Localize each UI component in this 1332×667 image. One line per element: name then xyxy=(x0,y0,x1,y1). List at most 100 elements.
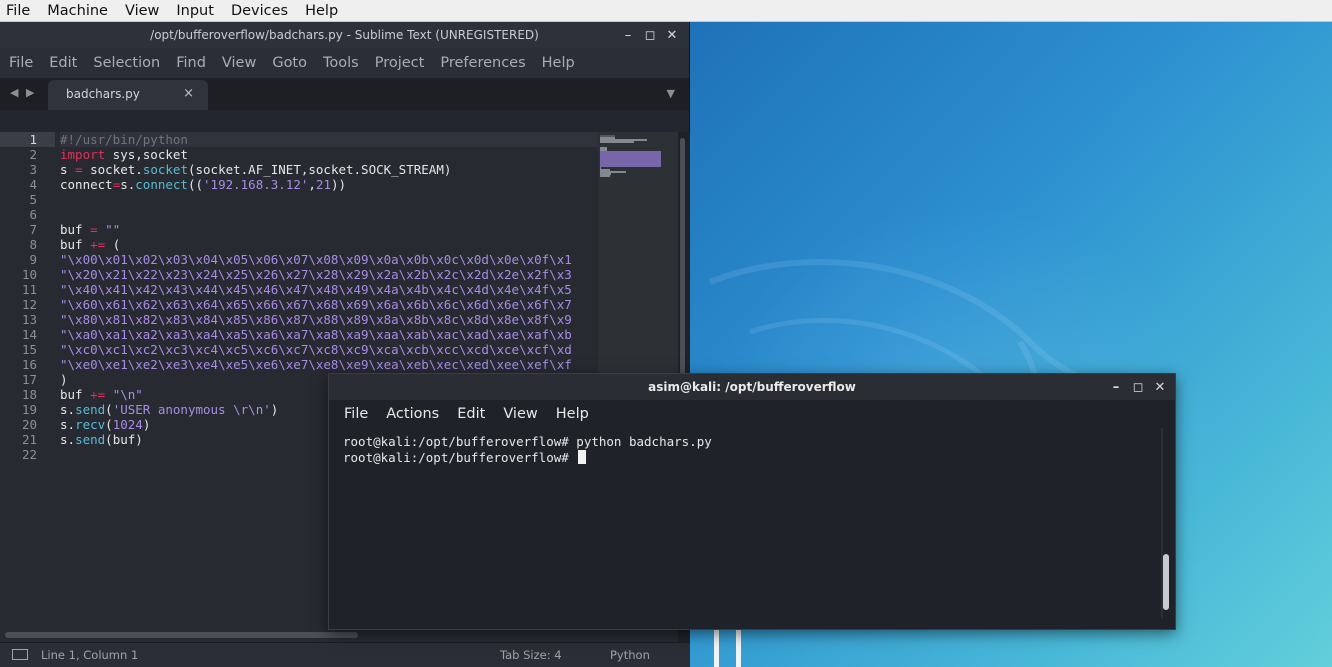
code-token: import xyxy=(60,147,106,162)
terminal-menu-view[interactable]: View xyxy=(503,406,537,422)
code-line[interactable] xyxy=(60,207,598,222)
line-number: 2 xyxy=(29,147,37,162)
sublime-menu-project[interactable]: Project xyxy=(375,55,425,71)
code-line[interactable]: buf += ( xyxy=(60,237,598,252)
line-number: 14 xyxy=(21,327,37,342)
vm-menu-input[interactable]: Input xyxy=(176,0,214,22)
vm-menu-view[interactable]: View xyxy=(125,0,159,22)
terminal-prompt-line[interactable]: root@kali:/opt/bufferoverflow# xyxy=(343,450,1143,466)
maximize-icon[interactable]: ◻ xyxy=(1127,380,1149,395)
code-token: += xyxy=(90,237,106,252)
close-icon[interactable]: ✕ xyxy=(1149,380,1171,395)
code-line[interactable]: import sys,socket xyxy=(60,147,598,162)
code-token: "\xe0\xe1\xe2\xe3\xe4\xe5\xe6\xe7\xe8\xe… xyxy=(60,357,572,372)
sublime-menu-tools[interactable]: Tools xyxy=(323,55,359,71)
line-number: 17 xyxy=(21,372,37,387)
sublime-menu-help[interactable]: Help xyxy=(542,55,575,71)
tab-nav-arrows-icon[interactable]: ◀ ▶ xyxy=(10,86,36,99)
vertical-scrollbar-thumb[interactable] xyxy=(680,138,685,398)
panel-toggle-icon[interactable] xyxy=(12,649,28,660)
sublime-menu-view[interactable]: View xyxy=(222,55,256,71)
line-number: 4 xyxy=(29,177,37,192)
vm-menubar: File Machine View Input Devices Help xyxy=(0,0,1332,22)
minimize-icon[interactable]: – xyxy=(617,28,639,43)
code-token: #!/usr/bin/python xyxy=(60,132,188,147)
code-token: += xyxy=(90,387,106,402)
terminal-window: asim@kali: /opt/bufferoverflow – ◻ ✕ Fil… xyxy=(328,373,1176,630)
code-token: s. xyxy=(60,402,76,417)
code-token: recv xyxy=(75,417,106,432)
terminal-scrollbar-thumb[interactable] xyxy=(1163,554,1169,610)
sublime-menu-find[interactable]: Find xyxy=(176,55,206,71)
line-number: 21 xyxy=(21,432,37,447)
code-token: "" xyxy=(105,222,121,237)
terminal-menu-edit[interactable]: Edit xyxy=(457,406,485,422)
vm-menu-machine[interactable]: Machine xyxy=(47,0,108,22)
line-number: 8 xyxy=(29,237,37,252)
tab-size[interactable]: Tab Size: 4 xyxy=(500,648,562,662)
code-line[interactable]: "\xa0\xa1\xa2\xa3\xa4\xa5\xa6\xa7\xa8\xa… xyxy=(60,327,598,342)
line-number: 1 xyxy=(0,132,55,147)
code-line[interactable]: buf = "" xyxy=(60,222,598,237)
code-token: ( xyxy=(105,417,113,432)
line-number: 13 xyxy=(21,312,37,327)
code-token: "\xc0\xc1\xc2\xc3\xc4\xc5\xc6\xc7\xc8\xc… xyxy=(60,342,572,357)
vm-menu-help[interactable]: Help xyxy=(305,0,338,22)
code-line[interactable]: "\x20\x21\x22\x23\x24\x25\x26\x27\x28\x2… xyxy=(60,267,598,282)
line-number: 19 xyxy=(21,402,37,417)
code-line[interactable]: "\xc0\xc1\xc2\xc3\xc4\xc5\xc6\xc7\xc8\xc… xyxy=(60,342,598,357)
sublime-menubar: File Edit Selection Find View Goto Tools… xyxy=(0,48,689,78)
terminal-menubar: File Actions Edit View Help xyxy=(329,400,1175,428)
terminal-screen[interactable]: root@kali:/opt/bufferoverflow# python ba… xyxy=(343,434,1143,614)
sublime-menu-goto[interactable]: Goto xyxy=(272,55,307,71)
terminal-menu-file[interactable]: File xyxy=(344,406,368,422)
tab-badchars[interactable]: badchars.py × xyxy=(48,80,208,110)
sublime-menu-selection[interactable]: Selection xyxy=(93,55,160,71)
code-line[interactable] xyxy=(60,192,598,207)
code-token: s. xyxy=(60,417,76,432)
terminal-window-controls: – ◻ ✕ xyxy=(1105,374,1171,400)
code-token: "\x60\x61\x62\x63\x64\x65\x66\x67\x68\x6… xyxy=(60,297,572,312)
code-line[interactable]: #!/usr/bin/python xyxy=(60,132,598,147)
code-line[interactable]: "\x60\x61\x62\x63\x64\x65\x66\x67\x68\x6… xyxy=(60,297,598,312)
code-line[interactable]: "\xe0\xe1\xe2\xe3\xe4\xe5\xe6\xe7\xe8\xe… xyxy=(60,357,598,372)
terminal-titlebar[interactable]: asim@kali: /opt/bufferoverflow – ◻ ✕ xyxy=(329,374,1175,400)
minimize-icon[interactable]: – xyxy=(1105,380,1127,395)
close-icon[interactable]: ✕ xyxy=(661,28,683,43)
code-token: "\x80\x81\x82\x83\x84\x85\x86\x87\x88\x8… xyxy=(60,312,572,327)
sublime-menu-preferences[interactable]: Preferences xyxy=(440,55,525,71)
sublime-statusbar: Line 1, Column 1 Tab Size: 4 Python xyxy=(0,642,690,667)
code-line[interactable]: "\x00\x01\x02\x03\x04\x05\x06\x07\x08\x0… xyxy=(60,252,598,267)
terminal-cursor xyxy=(578,450,587,464)
code-token: 1024 xyxy=(112,417,143,432)
sublime-tabbar: ◀ ▶ badchars.py × ▼ xyxy=(0,78,689,110)
code-token: ) xyxy=(60,372,68,387)
terminal-menu-help[interactable]: Help xyxy=(556,406,589,422)
code-line[interactable]: "\x40\x41\x42\x43\x44\x45\x46\x47\x48\x4… xyxy=(60,282,598,297)
tab-dropdown-icon[interactable]: ▼ xyxy=(667,87,675,100)
line-number: 16 xyxy=(21,357,37,372)
terminal-window-title: asim@kali: /opt/bufferoverflow xyxy=(648,380,856,394)
desktop-stripes xyxy=(712,628,752,667)
line-number: 20 xyxy=(21,417,37,432)
vm-menu-file[interactable]: File xyxy=(6,0,30,22)
syntax-mode[interactable]: Python xyxy=(610,648,650,662)
code-line[interactable]: connect=s.connect(('192.168.3.12',21)) xyxy=(60,177,598,192)
code-token: s. xyxy=(120,177,136,192)
horizontal-scrollbar-thumb[interactable] xyxy=(5,632,358,638)
sublime-titlebar[interactable]: /opt/bufferoverflow/badchars.py - Sublim… xyxy=(0,22,689,48)
sublime-menu-file[interactable]: File xyxy=(9,55,33,71)
code-line[interactable]: "\x80\x81\x82\x83\x84\x85\x86\x87\x88\x8… xyxy=(60,312,598,327)
code-line[interactable]: s = socket.socket(socket.AF_INET,socket.… xyxy=(60,162,598,177)
sublime-menu-edit[interactable]: Edit xyxy=(49,55,77,71)
line-number: 12 xyxy=(21,297,37,312)
terminal-menu-actions[interactable]: Actions xyxy=(386,406,439,422)
vm-menu-devices[interactable]: Devices xyxy=(231,0,288,22)
code-token: ) xyxy=(270,402,279,417)
code-token: s xyxy=(60,162,76,177)
tab-close-icon[interactable]: × xyxy=(183,86,194,101)
code-token: buf xyxy=(60,222,91,237)
code-token: "\x40\x41\x42\x43\x44\x45\x46\x47\x48\x4… xyxy=(60,282,572,297)
cursor-position[interactable]: Line 1, Column 1 xyxy=(41,648,138,662)
maximize-icon[interactable]: ◻ xyxy=(639,28,661,43)
